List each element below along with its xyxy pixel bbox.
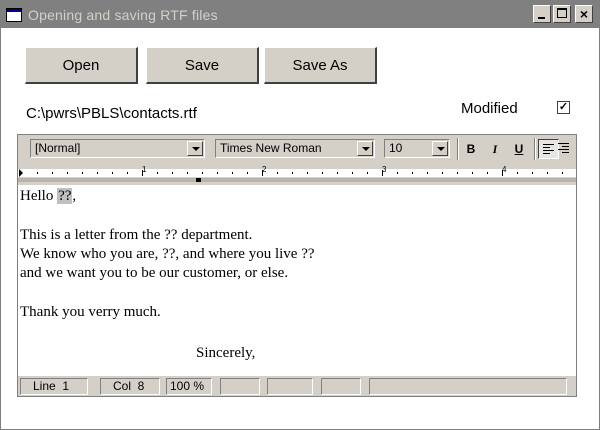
ruler-minor-tick	[187, 172, 188, 174]
align-left-icon	[543, 144, 554, 156]
chevron-down-icon[interactable]	[187, 141, 203, 156]
ruler-minor-tick	[247, 172, 248, 174]
ruler-mark-1: 1	[142, 165, 147, 174]
open-button[interactable]: Open	[25, 47, 138, 84]
maximize-button[interactable]	[553, 5, 571, 23]
ruler-minor-tick	[67, 172, 68, 174]
toolbar-separator	[457, 138, 459, 160]
doc-line-closing: Sincerely,	[196, 345, 256, 361]
status-panel-empty	[321, 378, 361, 395]
style-select-value: [Normal]	[35, 141, 81, 155]
ruler-mark-2: 2	[262, 165, 267, 174]
ruler-minor-tick	[157, 172, 158, 174]
rich-text-editor: [Normal] Times New Roman 10 B I U 1 2 3 …	[17, 134, 577, 397]
doc-line-greeting: Hello ??,	[20, 188, 76, 205]
ruler-minor-tick	[277, 172, 278, 174]
window-icon	[6, 7, 22, 22]
ruler-minor-tick	[547, 172, 548, 174]
ruler-minor-tick	[427, 172, 428, 174]
italic-button[interactable]: I	[484, 139, 506, 159]
merge-field[interactable]: ??	[57, 188, 73, 204]
align-right-icon	[558, 143, 569, 155]
ruler[interactable]: 1 2 3 4	[18, 163, 576, 185]
ruler-minor-tick	[82, 172, 83, 174]
close-button[interactable]: ×	[575, 5, 593, 23]
toolbar-separator	[534, 138, 536, 160]
ruler-minor-tick	[412, 172, 413, 174]
modified-label: Modified	[461, 100, 518, 117]
minimize-icon	[538, 17, 545, 19]
status-zoom: 100 %	[166, 378, 212, 395]
ruler-minor-tick	[292, 172, 293, 174]
ruler-minor-tick	[127, 172, 128, 174]
document-area[interactable]: Hello ??, This is a letter from the ?? d…	[18, 185, 576, 376]
ruler-minor-tick	[472, 172, 473, 174]
save-as-button[interactable]: Save As	[264, 47, 377, 84]
ruler-minor-tick	[487, 172, 488, 174]
ruler-mark-3: 3	[382, 165, 387, 174]
status-panel-empty	[220, 378, 260, 395]
ruler-minor-tick	[397, 172, 398, 174]
doc-line: Thank you verry much.	[20, 304, 161, 320]
ruler-mark-4: 4	[502, 165, 507, 174]
ruler-ticks	[19, 169, 563, 182]
ruler-minor-tick	[217, 172, 218, 174]
window-title: Opening and saving RTF files	[28, 6, 218, 23]
minimize-button[interactable]	[533, 5, 551, 23]
ruler-minor-tick	[517, 172, 518, 174]
ruler-minor-tick	[352, 172, 353, 174]
maximize-icon	[557, 8, 567, 18]
title-bar[interactable]: Opening and saving RTF files ×	[1, 1, 599, 28]
status-col: Col 8	[100, 378, 160, 395]
ruler-minor-tick	[232, 172, 233, 174]
chevron-down-icon[interactable]	[432, 141, 448, 156]
window-controls: ×	[533, 5, 593, 23]
status-panel-empty	[369, 378, 567, 395]
ruler-minor-tick	[562, 172, 563, 174]
left-indent-marker	[19, 169, 23, 177]
underline-button[interactable]: U	[508, 139, 530, 159]
font-select[interactable]: Times New Roman	[215, 139, 375, 158]
ruler-minor-tick	[322, 172, 323, 174]
ruler-minor-tick	[52, 172, 53, 174]
style-select[interactable]: [Normal]	[30, 139, 205, 158]
doc-line: and we want you to be our customer, or e…	[20, 265, 289, 281]
bold-button[interactable]: B	[460, 139, 482, 159]
save-button[interactable]: Save	[146, 47, 259, 84]
ruler-minor-tick	[172, 172, 173, 174]
app-window: Opening and saving RTF files × Open Save…	[0, 0, 600, 430]
modified-checkbox[interactable]: ✓	[557, 101, 570, 114]
ruler-minor-tick	[97, 172, 98, 174]
greeting-comma: ,	[72, 188, 77, 204]
ruler-minor-tick	[112, 172, 113, 174]
file-path-label: C:\pwrs\PBLS\contacts.rtf	[26, 105, 197, 122]
tab-stop-marker	[196, 178, 201, 182]
font-select-value: Times New Roman	[220, 141, 322, 155]
ruler-minor-tick	[442, 172, 443, 174]
size-select-value: 10	[389, 141, 403, 155]
status-panel-empty	[267, 378, 313, 395]
ruler-minor-tick	[532, 172, 533, 174]
ruler-minor-tick	[337, 172, 338, 174]
format-toolbar: [Normal] Times New Roman 10 B I U	[18, 135, 576, 163]
doc-line: We know who you are, ??, and where you l…	[20, 246, 315, 262]
ruler-minor-tick	[202, 172, 203, 174]
status-line: Line 1	[20, 378, 88, 395]
close-icon: ×	[579, 6, 589, 22]
size-select[interactable]: 10	[384, 139, 450, 158]
ruler-minor-tick	[307, 172, 308, 174]
status-bar: Line 1 Col 8 100 %	[18, 376, 576, 396]
doc-line: This is a letter from the ?? department.	[20, 227, 253, 243]
ruler-minor-tick	[367, 172, 368, 174]
chevron-down-icon[interactable]	[357, 141, 373, 156]
greeting-text: Hello	[20, 188, 58, 204]
ruler-minor-tick	[37, 172, 38, 174]
align-right-button[interactable]	[554, 139, 575, 159]
ruler-minor-tick	[457, 172, 458, 174]
